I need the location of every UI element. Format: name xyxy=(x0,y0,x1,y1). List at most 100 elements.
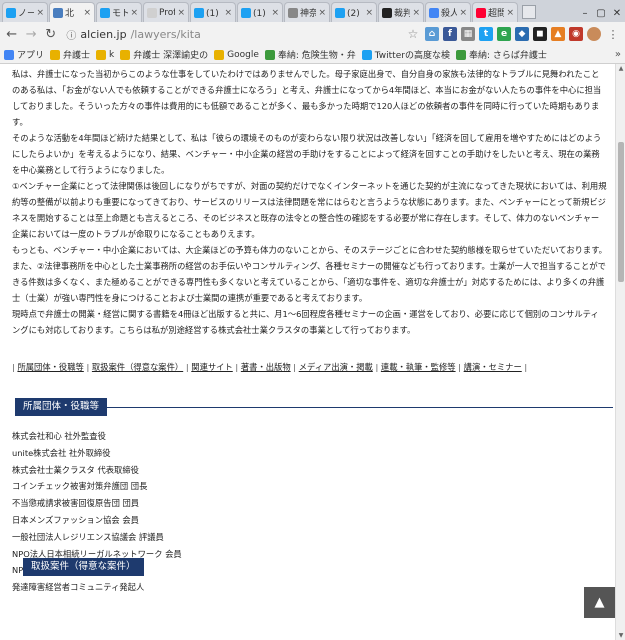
bookmark-item[interactable]: 弁護士 深澤諭史の xyxy=(120,48,208,61)
yahoo-icon xyxy=(476,7,486,18)
section-nav-link[interactable]: 著書・出版物 xyxy=(241,362,291,372)
tab-label: (2) 弥 xyxy=(347,9,363,19)
page-scrollbar[interactable]: ▲ ▼ xyxy=(615,64,625,640)
tab-close-icon[interactable]: × xyxy=(459,8,467,18)
minimize-icon[interactable]: – xyxy=(577,5,593,21)
section-nav-link[interactable]: 取扱案件（得意な案件） xyxy=(92,362,183,372)
back-arrow-icon[interactable]: ← xyxy=(4,26,19,42)
tab-label: 神奈川 xyxy=(300,9,316,19)
browser-tab[interactable]: 殺人未× xyxy=(425,2,471,22)
browser-tab[interactable]: (2) 弥× xyxy=(331,2,377,22)
bookmark-icon xyxy=(264,49,275,60)
bookmark-item[interactable]: Google xyxy=(214,49,259,60)
extension-grid-icon[interactable]: ▦ xyxy=(461,27,475,41)
scrollbar-thumb[interactable] xyxy=(618,142,624,282)
tab-label: ノース xyxy=(18,9,34,19)
section-nav: | 所属団体・役職等 | 取扱案件（得意な案件） | 関連サイト | 著書・出版… xyxy=(12,360,607,374)
bookmark-item[interactable]: Twitterの高度な検 xyxy=(361,48,450,61)
tab-close-icon[interactable]: × xyxy=(177,8,185,18)
browser-tab[interactable]: 超問ク× xyxy=(472,2,518,22)
bookmark-label: Twitterの高度な検 xyxy=(374,51,450,61)
bookmark-label: 弁護士 深澤諭史の xyxy=(133,51,209,61)
section-nav-link[interactable]: 所属団体・役職等 xyxy=(17,362,83,372)
bookmark-item[interactable]: 奉納: 危険生物・弁 xyxy=(264,48,356,61)
bookmark-item[interactable]: 奉納: さらば弁護士 xyxy=(455,48,547,61)
address-bar[interactable]: ⓘ alcien.jp/lawyers/kita xyxy=(62,25,401,43)
section-nav-link[interactable]: 講演・セミナー xyxy=(464,362,522,372)
affiliation-item: 不当懲戒請求被害回復原告団 団員 xyxy=(12,498,140,509)
extension-blue-icon[interactable]: ◆ xyxy=(515,27,529,41)
tab-label: 裁判官 xyxy=(394,9,410,19)
bookmark-item[interactable]: k xyxy=(96,49,114,60)
menu-icon[interactable]: ⋮ xyxy=(605,26,621,42)
tab-label: 超問ク xyxy=(488,9,504,19)
nav-separator: | xyxy=(83,362,92,372)
reload-icon[interactable]: ↻ xyxy=(43,26,58,42)
affiliations-heading: 所属団体・役職等 xyxy=(15,398,108,416)
profile-paragraph: また、②法律事務所を中心とした士業事務所の経営のお手伝いやコンサルティング、各種… xyxy=(12,261,606,303)
bookmark-label: 弁護士 xyxy=(63,51,91,61)
window-controls: – ▢ ✕ xyxy=(577,4,625,22)
tab-label: 北 xyxy=(65,9,75,19)
tab-close-icon[interactable]: × xyxy=(365,8,373,18)
tab-close-icon[interactable]: × xyxy=(83,8,91,18)
browser-tab[interactable]: 裁判官× xyxy=(378,2,424,22)
twitter-icon xyxy=(194,7,204,18)
facebook-icon[interactable]: f xyxy=(443,27,457,41)
tab-close-icon[interactable]: × xyxy=(506,8,514,18)
avatar[interactable] xyxy=(587,27,601,41)
bookmark-icon xyxy=(455,49,466,60)
profile-paragraph: 現時点で弁護士の開業・経営に関する書籍を4冊ほど出版すると共に、月1～6回程度各… xyxy=(12,309,599,335)
extension-green-icon[interactable]: e xyxy=(497,27,511,41)
nav-separator: | xyxy=(290,362,299,372)
bookmark-icon xyxy=(361,49,372,60)
browser-tab[interactable]: ノース× xyxy=(2,2,48,22)
browser-tab[interactable]: モトケ× xyxy=(96,2,142,22)
scroll-up-arrow-icon[interactable]: ▲ xyxy=(617,64,625,73)
browser-tab[interactable]: 北 × xyxy=(49,2,95,22)
tab-close-icon[interactable]: × xyxy=(318,8,326,18)
tab-close-icon[interactable]: × xyxy=(130,8,138,18)
page-info-icon[interactable]: ⓘ xyxy=(66,27,76,42)
bookmark-label: 奉納: さらば弁護士 xyxy=(468,51,547,61)
tab-close-icon[interactable]: × xyxy=(412,8,420,18)
section-nav-link[interactable]: 関連サイト xyxy=(191,362,233,372)
section-divider xyxy=(107,406,613,408)
tab-label: (1) 落 xyxy=(253,9,269,19)
twitter-icon xyxy=(241,7,251,18)
back-to-top-button[interactable]: ▲ xyxy=(584,587,615,618)
bookmark-item[interactable]: 弁護士 xyxy=(50,48,90,61)
bookmark-label: 奉納: 危険生物・弁 xyxy=(277,51,356,61)
tab-close-icon[interactable]: × xyxy=(224,8,232,18)
twitter-icon xyxy=(335,7,345,18)
extension-red-icon[interactable]: ◉ xyxy=(569,27,583,41)
tab-close-icon[interactable]: × xyxy=(36,8,44,18)
affiliations-section-header: 所属団体・役職等 xyxy=(15,398,613,416)
browser-tab[interactable]: Profe× xyxy=(143,2,189,22)
maximize-icon[interactable]: ▢ xyxy=(593,5,609,21)
page-icon xyxy=(147,7,157,18)
bookmark-item[interactable]: アプリ xyxy=(4,48,44,61)
section-nav-link[interactable]: 連載・執筆・監修等 xyxy=(381,362,456,372)
new-tab-button[interactable] xyxy=(522,5,536,19)
close-icon[interactable]: ✕ xyxy=(609,5,625,21)
bookmarks-more-button[interactable]: » xyxy=(615,49,621,60)
tab-label: (1) 嶋 xyxy=(206,9,222,19)
nav-separator: | xyxy=(455,362,464,372)
browser-tab[interactable]: 神奈川× xyxy=(284,2,330,22)
extension-orange-icon[interactable]: ▲ xyxy=(551,27,565,41)
bookmark-star-icon[interactable]: ☆ xyxy=(405,26,421,42)
extension-home-icon[interactable]: ⌂ xyxy=(425,27,439,41)
scroll-down-arrow-icon[interactable]: ▼ xyxy=(617,631,625,640)
browser-tab[interactable]: (1) 嶋× xyxy=(190,2,236,22)
apps-icon xyxy=(4,49,14,60)
affiliation-item: コインチェック被害対策弁護団 団長 xyxy=(12,481,148,492)
affiliation-item: 一般社団法人レジリエンス協議会 評議員 xyxy=(12,531,164,542)
forward-arrow-icon[interactable]: → xyxy=(23,26,38,42)
browser-tab[interactable]: (1) 落× xyxy=(237,2,283,22)
extensions: ☆ ⌂ f ▦ t e ◆ ◼ ▲ ◉ ⋮ xyxy=(405,26,621,42)
extension-dark-icon[interactable]: ◼ xyxy=(533,27,547,41)
tab-close-icon[interactable]: × xyxy=(271,8,279,18)
section-nav-link[interactable]: メディア出演・掲載 xyxy=(299,362,373,372)
twitter-icon[interactable]: t xyxy=(479,27,493,41)
